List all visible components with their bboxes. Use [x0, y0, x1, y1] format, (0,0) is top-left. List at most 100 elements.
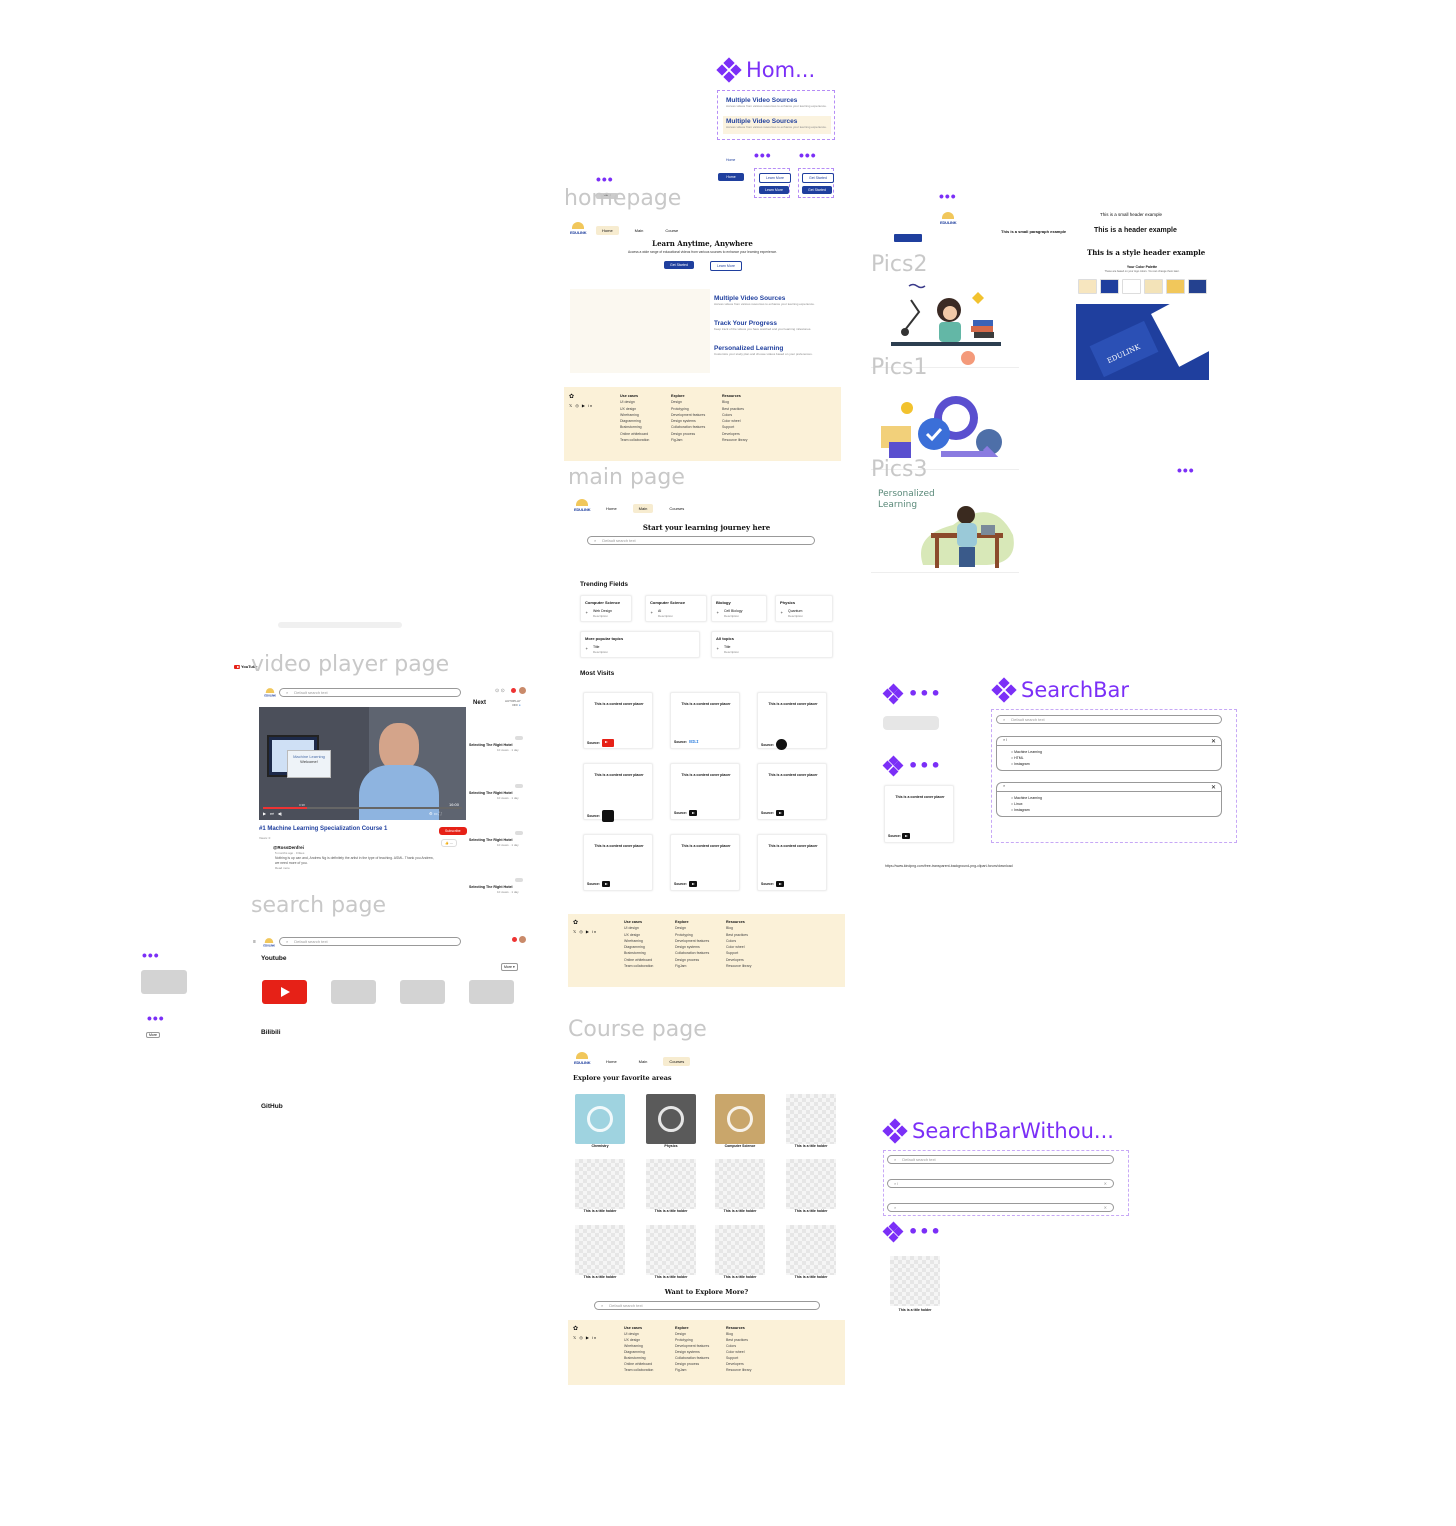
image-placeholder[interactable] — [786, 1225, 836, 1275]
searchbar-without-default[interactable]: ⌕ Default search text — [887, 1155, 1114, 1164]
image-source-link[interactable]: https://www.kindpng.com/free-transparent… — [885, 864, 1013, 868]
hero-get-started-button[interactable]: Get Started — [664, 261, 694, 269]
home-component-title[interactable]: Hom... — [716, 57, 815, 83]
play-icon[interactable]: ▶ — [263, 811, 266, 816]
searchbar-open-input[interactable]: ⌕ — [997, 783, 1221, 792]
visit-card[interactable]: This is a content cover placer Source: — [670, 763, 740, 820]
search-page-input[interactable]: ⌕ Default search text — [279, 937, 461, 946]
nav-main[interactable]: Main — [633, 1057, 654, 1066]
autoplay-toggle[interactable]: AUTOPLAY OFF ● — [505, 699, 521, 707]
more-dropdown-component[interactable]: More — [146, 1032, 160, 1038]
field-card[interactable]: Physics ✦ Quantum Description — [775, 595, 833, 622]
content-card-component[interactable]: This is a content cover placer Source: — [884, 785, 954, 843]
searchbar-open-2[interactable]: ⌕ ✕ ○ Machine Learning ○ Linux ○ Instagr… — [996, 782, 1222, 817]
youtube-result-thumbnail[interactable] — [262, 980, 307, 1004]
searchbar-open-1[interactable]: ⌕ l ✕ ○ Machine Learning ○ HTML ○ Instag… — [996, 736, 1222, 771]
image-placeholder[interactable] — [575, 1225, 625, 1275]
learn-more-button-outline[interactable]: Learn More — [759, 173, 791, 183]
upnext-thumbnail[interactable] — [515, 784, 523, 788]
subscribe-button[interactable]: Subscribe — [439, 827, 467, 835]
visit-card[interactable]: This is a content cover placer Source: — [583, 834, 653, 891]
next-icon[interactable]: ⏭ — [270, 811, 274, 816]
nav-main[interactable]: Main — [629, 226, 650, 235]
notification-icon[interactable] — [512, 937, 517, 942]
nav-home[interactable]: Home — [600, 504, 623, 513]
close-icon[interactable]: ✕ — [1104, 1181, 1107, 1186]
visit-card[interactable]: This is a content cover placer Source: — [670, 834, 740, 891]
searchbar-without-typing[interactable]: ⌕ l ✕ — [887, 1179, 1114, 1188]
result-placeholder[interactable] — [331, 980, 376, 1004]
image-placeholder[interactable] — [786, 1094, 836, 1144]
visit-card[interactable]: This is a content cover placer Source: — [757, 834, 827, 891]
like-button[interactable]: 👍 ⋯ — [441, 839, 457, 847]
course-search-input[interactable]: ⌕ Default search text — [594, 1301, 820, 1310]
nav-courses[interactable]: Courses — [663, 1057, 691, 1066]
visit-card[interactable]: This is a content cover placer Source: — [757, 692, 827, 750]
image-placeholder[interactable] — [715, 1159, 765, 1209]
title-holder-component-title[interactable]: ••• — [882, 1221, 942, 1242]
field-card[interactable]: Computer Science ✦ AI Description — [645, 595, 707, 622]
nav-home[interactable]: Home — [600, 1057, 623, 1066]
avatar[interactable] — [519, 687, 526, 694]
visit-card[interactable]: This is a content cover placer Source: — [583, 692, 653, 749]
nav-home[interactable]: Home — [596, 226, 619, 235]
close-icon[interactable]: ✕ — [1211, 784, 1216, 791]
visit-card[interactable]: This is a content cover placer Source: ʙɪʟ… — [670, 692, 740, 749]
upnext-title[interactable]: Selecting The Right Hotel — [469, 838, 513, 842]
image-placeholder[interactable] — [715, 1225, 765, 1275]
get-started-button-filled[interactable]: Get Started — [802, 186, 832, 194]
searchbar-component-title[interactable]: SearchBar — [991, 677, 1129, 703]
result-placeholder[interactable] — [469, 980, 514, 1004]
notification-icon[interactable] — [511, 688, 516, 693]
video-settings-icons[interactable]: ⚙ ▭ ⛶ — [429, 811, 441, 816]
feature-variants[interactable]: Multiple Video Sources Access videos fro… — [717, 90, 835, 140]
upnext-title[interactable]: Selecting The Right Hotel — [469, 743, 513, 747]
learn-more-button-filled[interactable]: Learn More — [759, 186, 789, 194]
field-card[interactable]: All topics ✦ Title Description — [711, 631, 833, 658]
upnext-thumbnail[interactable] — [515, 736, 523, 740]
upnext-title[interactable]: Selecting The Right Hotel — [469, 885, 513, 889]
more-dropdown[interactable]: More ▾ — [501, 963, 518, 971]
course-image[interactable] — [575, 1094, 625, 1144]
result-placeholder[interactable] — [400, 980, 445, 1004]
field-card[interactable]: Computer Science ✦ Web Design Description — [580, 595, 632, 622]
card-component-title[interactable]: ••• — [882, 755, 942, 776]
video-controls[interactable]: ▶ ⏭ ◀) — [263, 811, 282, 816]
course-image[interactable] — [715, 1094, 765, 1144]
button-placeholder[interactable] — [883, 716, 939, 730]
searchbar-open-input[interactable]: ⌕ l — [997, 737, 1221, 746]
social-icons[interactable]: 𝕏 ◎ ▶ in — [573, 1335, 597, 1340]
video-search-input[interactable]: ⌕ Default search text — [279, 688, 461, 697]
visit-card[interactable]: This is a content cover placer Source: — [757, 763, 827, 820]
course-image[interactable] — [646, 1094, 696, 1144]
nav-course[interactable]: Course — [659, 226, 684, 235]
notification-icons[interactable]: ⊙ ⊙ — [495, 688, 505, 694]
main-search-input[interactable]: ⌕ Default search text — [587, 536, 815, 545]
upnext-title[interactable]: Selecting The Right Hotel — [469, 791, 513, 795]
searchbar-default[interactable]: ⌕ Default search text — [996, 715, 1222, 724]
nav-courses[interactable]: Courses — [663, 504, 690, 513]
field-card[interactable]: More popular topics ✦ Title Description — [580, 631, 700, 658]
nav-main[interactable]: Main — [632, 504, 654, 513]
close-icon[interactable]: ✕ — [1211, 738, 1216, 745]
visit-card[interactable]: This is a content cover placer Source: — [583, 763, 653, 822]
volume-icon[interactable]: ◀) — [278, 811, 282, 816]
get-started-button-outline[interactable]: Get Started — [802, 173, 834, 183]
image-placeholder[interactable] — [646, 1225, 696, 1275]
video-player[interactable]: Machine Learning Welcome! ▶ ⏭ ◀) 0:38 16:00… — [259, 707, 466, 820]
social-icons[interactable]: 𝕏 ◎ ▶ in — [569, 403, 593, 408]
field-card[interactable]: Biology ✦ Cell Biology Description — [711, 595, 767, 622]
social-icons[interactable]: 𝕏 ◎ ▶ in — [573, 929, 597, 934]
searchbar-without-title[interactable]: SearchBarWithou... — [882, 1118, 1114, 1144]
hero-learn-more-button[interactable]: Learn More — [710, 261, 742, 271]
image-placeholder[interactable] — [786, 1159, 836, 1209]
searchbar-without-empty[interactable]: ⌕ ✕ — [887, 1203, 1114, 1212]
button-component-title[interactable]: ••• — [882, 683, 942, 704]
home-nav-button[interactable]: Home — [718, 173, 744, 181]
close-icon[interactable]: ✕ — [1104, 1205, 1107, 1210]
upnext-thumbnail[interactable] — [515, 878, 523, 882]
search-result-item[interactable]: ○ Instagram — [1011, 761, 1042, 767]
image-placeholder[interactable] — [575, 1159, 625, 1209]
image-placeholder[interactable] — [646, 1159, 696, 1209]
avatar[interactable] — [519, 936, 526, 943]
